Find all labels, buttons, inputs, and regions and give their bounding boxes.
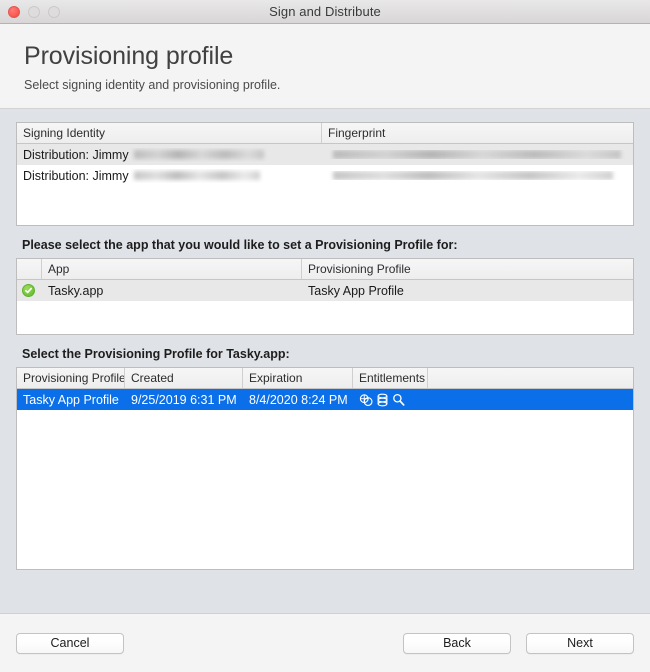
column-header-fingerprint[interactable]: Fingerprint	[322, 123, 632, 143]
column-header-created[interactable]: Created	[125, 368, 243, 388]
column-header-spare[interactable]	[428, 368, 632, 388]
redacted-fingerprint	[333, 171, 613, 180]
dialog-footer: Cancel Back Next	[0, 613, 650, 672]
fingerprint-cell	[322, 150, 632, 159]
back-button[interactable]: Back	[403, 632, 511, 654]
app-section-label: Please select the app that you would lik…	[22, 238, 458, 252]
app-groups-icon[interactable]	[359, 393, 373, 407]
window-titlebar: Sign and Distribute	[0, 0, 650, 24]
app-table-header: App Provisioning Profile	[17, 259, 633, 280]
table-row[interactable]: Distribution: Jimmy	[17, 165, 633, 186]
profile-created-cell: 9/25/2019 6:31 PM	[131, 392, 237, 407]
table-row[interactable]: Tasky App Profile 9/25/2019 6:31 PM 8/4/…	[17, 389, 633, 410]
column-header-entitlements[interactable]: Entitlements	[353, 368, 428, 388]
dialog-header: Provisioning profile Select signing iden…	[0, 24, 650, 109]
column-header-app[interactable]: App	[42, 259, 302, 279]
column-header-profile[interactable]: Provisioning Profile	[17, 368, 125, 388]
window-title: Sign and Distribute	[269, 4, 381, 19]
green-check-icon	[22, 284, 35, 297]
column-header-status[interactable]	[17, 259, 42, 279]
minimize-window-icon	[28, 5, 40, 18]
table-row[interactable]: Distribution: Jimmy	[17, 144, 633, 165]
column-header-provisioning-profile[interactable]: Provisioning Profile	[302, 259, 632, 279]
app-table[interactable]: App Provisioning Profile Tasky.app Tasky…	[16, 258, 634, 335]
signing-identity-text: Distribution: Jimmy	[23, 147, 129, 162]
fingerprint-cell	[322, 171, 632, 180]
next-button[interactable]: Next	[526, 632, 634, 654]
traffic-light-group	[8, 0, 60, 23]
maximize-window-icon	[48, 5, 60, 18]
sign-and-distribute-window: Sign and Distribute Provisioning profile…	[0, 0, 650, 672]
column-header-expiration[interactable]: Expiration	[243, 368, 353, 388]
redacted-identity-detail	[133, 171, 260, 180]
profile-expiration-cell: 8/4/2020 8:24 PM	[249, 392, 348, 407]
redacted-identity-detail	[133, 150, 264, 159]
table-row[interactable]: Tasky.app Tasky App Profile	[17, 280, 633, 301]
provisioning-profile-table-header: Provisioning Profile Created Expiration …	[17, 368, 633, 389]
signing-identity-cell: Distribution: Jimmy	[17, 169, 322, 183]
signing-identity-text: Distribution: Jimmy	[23, 168, 129, 183]
close-window-icon[interactable]	[8, 5, 20, 18]
app-name-cell: Tasky.app	[48, 283, 104, 298]
entitlement-icon-group	[359, 393, 405, 407]
profile-name-cell: Tasky App Profile	[23, 392, 119, 407]
provisioning-profile-table[interactable]: Provisioning Profile Created Expiration …	[16, 367, 634, 570]
app-profile-cell: Tasky App Profile	[308, 283, 404, 298]
signing-identity-table[interactable]: Signing Identity Fingerprint Distributio…	[16, 122, 634, 226]
page-title: Provisioning profile	[24, 42, 234, 70]
cancel-button[interactable]: Cancel	[16, 632, 124, 654]
dialog-body: Signing Identity Fingerprint Distributio…	[0, 109, 650, 613]
signing-identity-cell: Distribution: Jimmy	[17, 148, 322, 162]
profile-section-label: Select the Provisioning Profile for Task…	[22, 347, 290, 361]
app-status-cell	[17, 284, 42, 297]
redacted-fingerprint	[333, 150, 621, 159]
column-header-signing-identity[interactable]: Signing Identity	[17, 123, 322, 143]
page-subtitle: Select signing identity and provisioning…	[24, 78, 281, 92]
profile-entitlements-cell	[353, 393, 632, 407]
signing-identity-table-header: Signing Identity Fingerprint	[17, 123, 633, 144]
search-icon[interactable]	[392, 393, 405, 407]
data-store-icon[interactable]	[376, 393, 389, 407]
